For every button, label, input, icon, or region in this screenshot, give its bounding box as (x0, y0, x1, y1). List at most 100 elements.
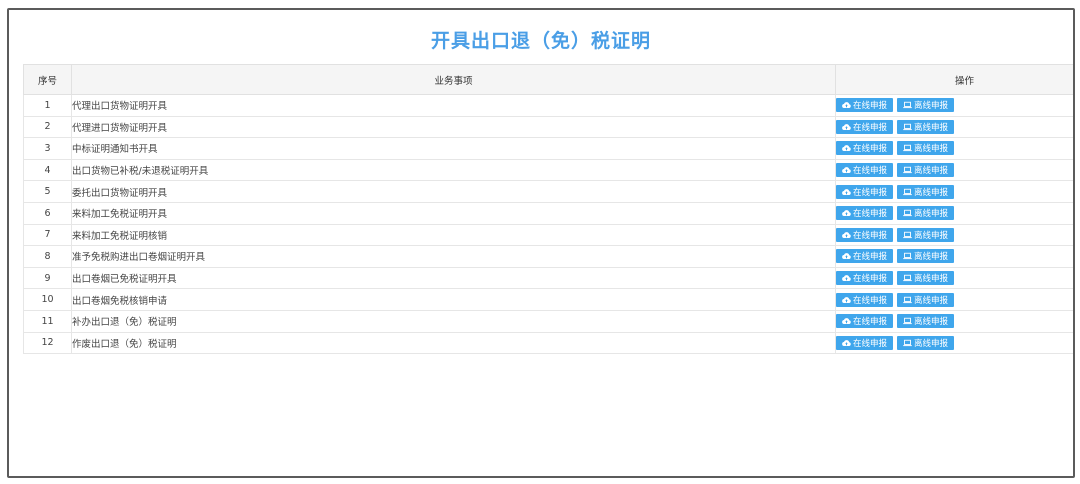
row-ops: 在线申报 离线申报 (835, 201, 1073, 225)
offline-declare-button[interactable]: 离线申报 (897, 314, 954, 329)
offline-declare-label: 离线申报 (913, 101, 948, 112)
cloud-upload-icon (842, 101, 853, 109)
row-ops: 在线申报 离线申报 (835, 245, 1073, 268)
row-seq: 11 (23, 309, 72, 333)
offline-declare-label: 离线申报 (913, 338, 948, 349)
row-ops: 在线申报 离线申报 (835, 266, 1073, 290)
offline-declare-button[interactable]: 离线申报 (897, 98, 954, 113)
offline-declare-button[interactable]: 离线申报 (897, 249, 954, 264)
online-declare-button[interactable]: 在线申报 (836, 98, 893, 113)
row-seq: 8 (23, 245, 72, 268)
online-declare-button[interactable]: 在线申报 (836, 184, 893, 199)
offline-declare-button[interactable]: 离线申报 (897, 271, 954, 286)
offline-declare-label: 离线申报 (913, 230, 948, 241)
table-body: 1 代理出口货物证明开具 在线申报 离线申报 2 代理进口货物证明开具 在线申报 离线申报 3 中… (23, 94, 1073, 355)
laptop-icon (903, 231, 914, 239)
row-ops: 在线申报 离线申报 (835, 137, 1073, 160)
online-declare-button[interactable]: 在线申报 (836, 292, 893, 307)
cloud-upload-icon (842, 339, 853, 347)
row-item: 代理进口货物证明开具 (71, 115, 836, 139)
offline-declare-label: 离线申报 (913, 187, 948, 198)
online-declare-button[interactable]: 在线申报 (836, 119, 893, 134)
offline-declare-button[interactable]: 离线申报 (897, 119, 954, 134)
table-row: 3 中标证明通知书开具 在线申报 离线申报 (23, 137, 1073, 160)
cloud-upload-icon (842, 188, 853, 196)
cloud-upload-icon (842, 144, 853, 152)
cloud-upload-icon (842, 274, 853, 282)
offline-declare-button[interactable]: 离线申报 (897, 163, 954, 178)
online-declare-button[interactable]: 在线申报 (836, 163, 893, 178)
cloud-upload-icon (842, 123, 853, 131)
cloud-upload-icon (842, 296, 853, 304)
laptop-icon (903, 252, 914, 260)
row-ops: 在线申报 离线申报 (835, 223, 1073, 247)
online-declare-label: 在线申报 (852, 338, 887, 349)
row-item: 来料加工免税证明开具 (71, 201, 836, 225)
online-declare-button[interactable]: 在线申报 (836, 141, 893, 156)
table-row: 1 代理出口货物证明开具 在线申报 离线申报 (23, 94, 1073, 117)
row-item: 准予免税购进出口卷烟证明开具 (71, 245, 836, 268)
cloud-upload-icon (842, 317, 853, 325)
offline-declare-button[interactable]: 离线申报 (897, 292, 954, 307)
cloud-upload-icon (842, 209, 853, 217)
row-seq: 5 (23, 180, 72, 203)
laptop-icon (903, 144, 914, 152)
offline-declare-button[interactable]: 离线申报 (897, 206, 954, 221)
page-title: 开具出口退（免）税证明 (430, 30, 651, 52)
laptop-icon (903, 339, 914, 347)
offline-declare-button[interactable]: 离线申报 (897, 335, 954, 350)
row-seq: 1 (23, 94, 72, 117)
table-row: 7 来料加工免税证明核销 在线申报 离线申报 (23, 223, 1073, 247)
offline-declare-label: 离线申报 (913, 295, 948, 306)
row-item: 代理出口货物证明开具 (71, 94, 836, 117)
laptop-icon (903, 123, 914, 131)
row-item: 作废出口退（免）税证明 (71, 331, 836, 355)
table-header-row: 序号 业务事项 操作 (23, 64, 1073, 95)
online-declare-button[interactable]: 在线申报 (836, 314, 893, 329)
table-row: 6 来料加工免税证明开具 在线申报 离线申报 (23, 201, 1073, 225)
offline-declare-label: 离线申报 (913, 317, 948, 328)
table-row: 9 出口卷烟已免税证明开具 在线申报 离线申报 (23, 266, 1073, 290)
header-item: 业务事项 (71, 64, 836, 95)
row-ops: 在线申报 离线申报 (835, 115, 1073, 139)
row-seq: 7 (23, 223, 72, 247)
laptop-icon (903, 317, 914, 325)
row-item: 委托出口货物证明开具 (71, 180, 836, 203)
row-ops: 在线申报 离线申报 (835, 180, 1073, 203)
offline-declare-label: 离线申报 (913, 166, 948, 177)
online-declare-label: 在线申报 (852, 209, 887, 220)
row-item: 出口货物已补税/未退税证明开具 (71, 158, 836, 182)
row-ops: 在线申报 离线申报 (835, 288, 1073, 311)
row-ops: 在线申报 离线申报 (835, 309, 1073, 333)
row-ops: 在线申报 离线申报 (835, 331, 1073, 355)
offline-declare-button[interactable]: 离线申报 (897, 227, 954, 242)
row-seq: 10 (23, 288, 72, 311)
header-ops: 操作 (835, 64, 1073, 95)
cloud-upload-icon (842, 231, 853, 239)
online-declare-label: 在线申报 (852, 317, 887, 328)
business-table: 序号 业务事项 操作 1 代理出口货物证明开具 在线申报 离线申报 2 代理进口货物证明开… (23, 64, 1073, 355)
cloud-upload-icon (842, 166, 853, 174)
table-row: 2 代理进口货物证明开具 在线申报 离线申报 (23, 115, 1073, 139)
laptop-icon (903, 101, 914, 109)
table-row: 4 出口货物已补税/未退税证明开具 在线申报 离线申报 (23, 158, 1073, 182)
table-row: 12 作废出口退（免）税证明 在线申报 离线申报 (23, 331, 1073, 355)
online-declare-button[interactable]: 在线申报 (836, 227, 893, 242)
row-seq: 6 (23, 201, 72, 225)
row-seq: 4 (23, 158, 72, 182)
offline-declare-button[interactable]: 离线申报 (897, 141, 954, 156)
row-item: 出口卷烟已免税证明开具 (71, 266, 836, 290)
row-item: 补办出口退（免）税证明 (71, 309, 836, 333)
online-declare-button[interactable]: 在线申报 (836, 249, 893, 264)
online-declare-label: 在线申报 (852, 252, 887, 263)
row-item: 中标证明通知书开具 (71, 137, 836, 160)
online-declare-button[interactable]: 在线申报 (836, 335, 893, 350)
laptop-icon (903, 296, 914, 304)
online-declare-button[interactable]: 在线申报 (836, 271, 893, 286)
online-declare-button[interactable]: 在线申报 (836, 206, 893, 221)
offline-declare-button[interactable]: 离线申报 (897, 184, 954, 199)
row-ops: 在线申报 离线申报 (835, 94, 1073, 117)
laptop-icon (903, 209, 914, 217)
offline-declare-label: 离线申报 (913, 209, 948, 220)
online-declare-label: 在线申报 (852, 295, 887, 306)
